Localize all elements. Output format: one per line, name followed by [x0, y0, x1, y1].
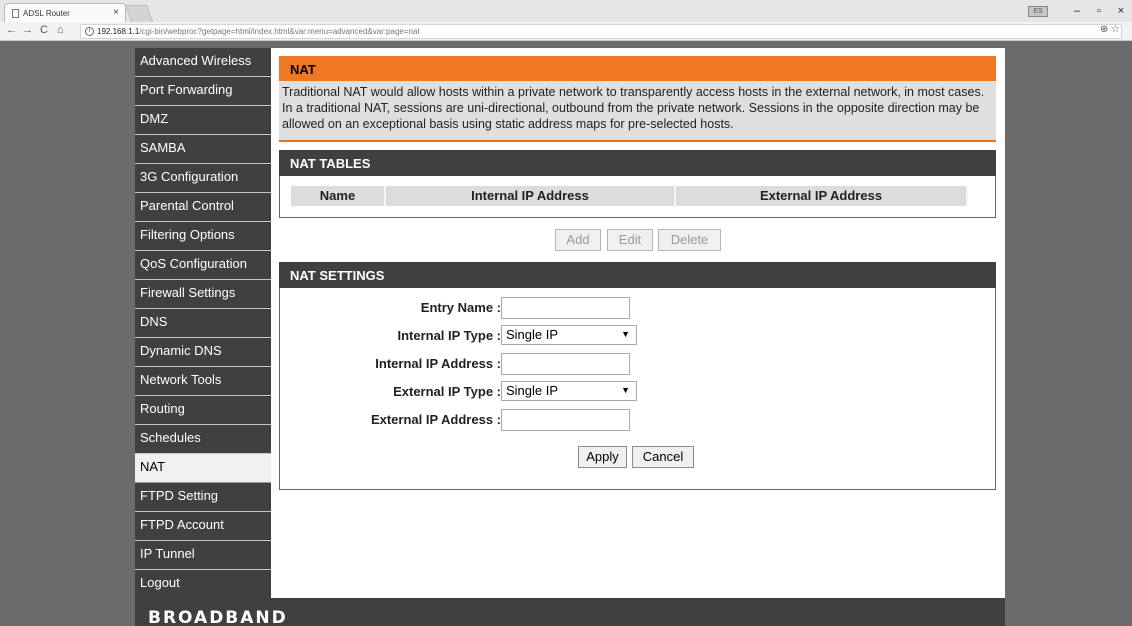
- sidebar-item-dmz[interactable]: DMZ: [135, 106, 271, 135]
- info-icon[interactable]: i: [85, 27, 94, 36]
- url-field[interactable]: i 192.168.1.1/cgi-bin/webproc?getpage=ht…: [80, 24, 1122, 39]
- sidebar-item-ip-tunnel[interactable]: IP Tunnel: [135, 541, 271, 570]
- sidebar-item-nat[interactable]: NAT: [135, 454, 271, 483]
- nat-info-box: NAT Traditional NAT would allow hosts wi…: [279, 56, 996, 142]
- sidebar-item-3g-configuration[interactable]: 3G Configuration: [135, 164, 271, 193]
- internal-ip-type-row: Internal IP Type :: [280, 325, 501, 347]
- add-button[interactable]: Add: [555, 229, 601, 251]
- sidebar-item-network-tools[interactable]: Network Tools: [135, 367, 271, 396]
- column-header-name: Name: [291, 186, 386, 206]
- dropdown-arrow-icon: ▼: [621, 385, 630, 395]
- sidebar-item-parental-control[interactable]: Parental Control: [135, 193, 271, 222]
- edit-button[interactable]: Edit: [607, 229, 653, 251]
- home-icon[interactable]: ⌂: [57, 24, 64, 36]
- column-header-internal-ip: Internal IP Address: [386, 186, 676, 206]
- sidebar-item-routing[interactable]: Routing: [135, 396, 271, 425]
- window-controls: ES – ▫ ×: [1028, 0, 1132, 22]
- nat-settings-box: NAT SETTINGS Entry Name : Internal IP Ty…: [279, 262, 996, 490]
- new-tab-button[interactable]: [124, 5, 154, 22]
- apply-button[interactable]: Apply: [578, 446, 627, 468]
- external-ip-address-label: External IP Address :: [370, 412, 501, 427]
- internal-ip-type-select[interactable]: Single IP ▼: [501, 325, 637, 345]
- sidebar-item-dynamic-dns[interactable]: Dynamic DNS: [135, 338, 271, 367]
- nat-description: Traditional NAT would allow hosts within…: [282, 85, 985, 131]
- internal-ip-type-value: Single IP: [506, 327, 559, 342]
- sidebar-item-firewall-settings[interactable]: Firewall Settings: [135, 280, 271, 309]
- external-ip-address-row: External IP Address :: [280, 409, 501, 431]
- page-icon: [12, 9, 19, 18]
- main-content: NAT Traditional NAT would allow hosts wi…: [271, 48, 1005, 598]
- nat-tables-title: NAT TABLES: [279, 150, 996, 176]
- reload-icon[interactable]: C: [40, 24, 48, 36]
- url-host: 192.168.1.1: [97, 27, 140, 36]
- address-bar: ← → C ⌂ i 192.168.1.1/cgi-bin/webproc?ge…: [0, 22, 1132, 41]
- tab-title: ADSL Router: [23, 9, 70, 18]
- internal-ip-address-input[interactable]: [501, 353, 630, 375]
- forward-icon[interactable]: →: [22, 24, 33, 36]
- external-ip-type-row: External IP Type :: [280, 381, 501, 403]
- close-window-icon[interactable]: ×: [1110, 5, 1132, 17]
- sidebar-item-logout[interactable]: Logout: [135, 570, 271, 599]
- minimize-icon[interactable]: –: [1066, 5, 1088, 17]
- external-ip-type-value: Single IP: [506, 383, 559, 398]
- sidebar-item-filtering-options[interactable]: Filtering Options: [135, 222, 271, 251]
- sidebar-item-schedules[interactable]: Schedules: [135, 425, 271, 454]
- maximize-icon[interactable]: ▫: [1088, 5, 1110, 17]
- external-ip-type-select[interactable]: Single IP ▼: [501, 381, 637, 401]
- entry-name-label: Entry Name :: [420, 300, 501, 315]
- zoom-star-icons[interactable]: ⊕ ☆: [1100, 24, 1120, 35]
- sidebar-item-advanced-wireless[interactable]: Advanced Wireless: [135, 48, 271, 77]
- sidebar-item-samba[interactable]: SAMBA: [135, 135, 271, 164]
- footer-bar: BROADBAND: [135, 598, 1005, 626]
- column-header-external-ip: External IP Address: [676, 186, 968, 206]
- nat-title: NAT: [279, 56, 996, 81]
- sidebar-item-ftpd-account[interactable]: FTPD Account: [135, 512, 271, 541]
- sidebar-item-ftpd-setting[interactable]: FTPD Setting: [135, 483, 271, 512]
- internal-ip-type-label: Internal IP Type :: [397, 328, 501, 343]
- sidebar-item-dns[interactable]: DNS: [135, 309, 271, 338]
- cancel-button[interactable]: Cancel: [632, 446, 694, 468]
- back-icon[interactable]: ←: [6, 24, 17, 36]
- entry-name-row: Entry Name :: [280, 297, 501, 319]
- external-ip-type-label: External IP Type :: [393, 384, 501, 399]
- dropdown-arrow-icon: ▼: [621, 329, 630, 339]
- browser-tab[interactable]: ADSL Router ×: [4, 3, 126, 22]
- profile-badge[interactable]: ES: [1028, 5, 1048, 17]
- nat-tables-box: NAT TABLES Name Internal IP Address Exte…: [279, 150, 996, 218]
- url-path: /cgi-bin/webproc?getpage=html/index.html…: [139, 27, 420, 36]
- sidebar-item-port-forwarding[interactable]: Port Forwarding: [135, 77, 271, 106]
- sidebar-menu: Advanced Wireless Port Forwarding DMZ SA…: [135, 48, 271, 599]
- delete-button[interactable]: Delete: [658, 229, 721, 251]
- entry-name-input[interactable]: [501, 297, 630, 319]
- internal-ip-address-row: Internal IP Address :: [280, 353, 501, 375]
- external-ip-address-input[interactable]: [501, 409, 630, 431]
- sidebar-item-qos-configuration[interactable]: QoS Configuration: [135, 251, 271, 280]
- internal-ip-address-label: Internal IP Address :: [375, 356, 501, 371]
- browser-tab-bar: ADSL Router × ES – ▫ ×: [0, 0, 1132, 22]
- nat-settings-title: NAT SETTINGS: [279, 262, 996, 288]
- nat-table-header: Name Internal IP Address External IP Add…: [291, 186, 968, 206]
- brand-logo: BROADBAND: [148, 608, 288, 626]
- tab-close-icon[interactable]: ×: [113, 7, 119, 18]
